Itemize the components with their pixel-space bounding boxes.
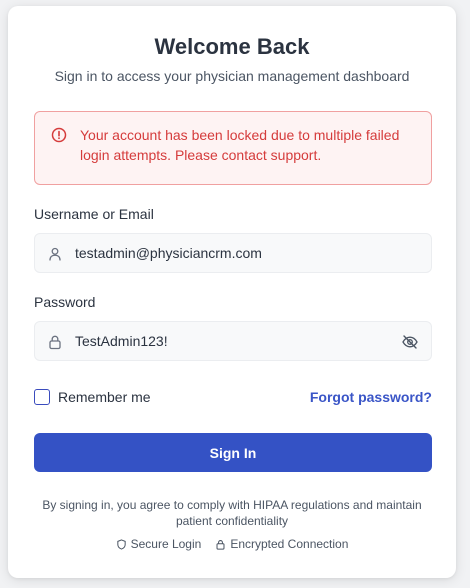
- security-badges: Secure Login Encrypted Connection: [8, 537, 456, 551]
- error-message: Your account has been locked due to mult…: [80, 127, 400, 163]
- password-field[interactable]: TestAdmin123!: [34, 321, 432, 361]
- username-label: Username or Email: [34, 206, 154, 222]
- page-title: Welcome Back: [154, 34, 310, 59]
- secure-login-badge: Secure Login: [116, 537, 202, 551]
- sign-in-button[interactable]: Sign In: [34, 433, 432, 472]
- remember-me-label[interactable]: Remember me: [58, 389, 151, 405]
- alert-circle-icon: [51, 127, 67, 143]
- forgot-password-link[interactable]: Forgot password?: [310, 389, 432, 405]
- login-card: Welcome Back Sign in to access your phys…: [8, 6, 456, 578]
- page-subtitle: Sign in to access your physician managem…: [54, 68, 410, 84]
- username-value[interactable]: testadmin@physiciancrm.com: [75, 245, 262, 261]
- eye-off-icon[interactable]: [401, 333, 419, 351]
- lock-icon: [216, 539, 225, 550]
- password-value[interactable]: TestAdmin123!: [75, 333, 168, 349]
- password-label: Password: [34, 294, 96, 310]
- user-icon: [47, 246, 63, 262]
- encrypted-connection-label: Encrypted Connection: [230, 537, 349, 551]
- username-field[interactable]: testadmin@physiciancrm.com: [34, 233, 432, 273]
- remember-me-checkbox[interactable]: [34, 389, 50, 405]
- hipaa-notice: By signing in, you agree to comply with …: [42, 498, 422, 528]
- secure-login-label: Secure Login: [130, 537, 202, 551]
- lock-icon: [47, 334, 63, 350]
- shield-icon: [116, 538, 126, 550]
- encrypted-connection-badge: Encrypted Connection: [215, 537, 348, 551]
- error-alert: Your account has been locked due to mult…: [34, 111, 432, 185]
